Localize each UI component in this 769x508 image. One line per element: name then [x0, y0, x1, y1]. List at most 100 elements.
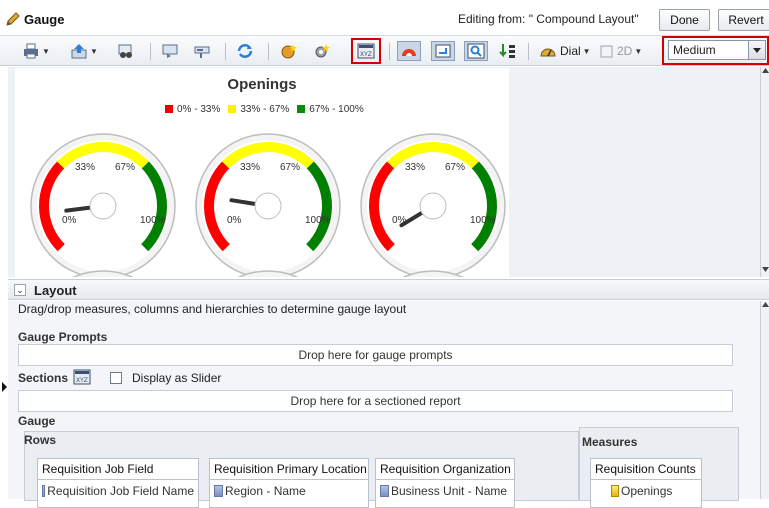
chart-panel: Openings 0% - 33% 33% - 67% 67% - 100% 0… [15, 68, 509, 277]
layout-section-title: Layout [34, 283, 77, 298]
format-button[interactable] [193, 41, 211, 61]
gauge-tick-label-100: 100% [470, 215, 496, 226]
revert-button[interactable]: Revert [718, 9, 769, 31]
measure-icon [611, 485, 619, 497]
gauge-tick-label-33: 33% [75, 162, 95, 173]
layout-section-header[interactable]: ⌄ Layout [8, 279, 769, 300]
properties-icon [162, 44, 178, 58]
dial-dropdown[interactable]: Dial ▼ [539, 41, 591, 61]
refresh-icon [237, 44, 253, 58]
measure-card[interactable]: Requisition Counts Openings [590, 458, 702, 508]
editing-from-text: Editing from: " Compound Layout" [458, 12, 639, 26]
gauge-tick-label-0: 0% [62, 215, 77, 226]
layout-scrollbar[interactable] [760, 301, 769, 499]
pencil-icon [6, 12, 20, 26]
dimension-label: 2D [617, 44, 633, 58]
column-header[interactable]: Requisition Primary Location [210, 459, 368, 480]
gauge-tick-label-67: 67% [280, 162, 300, 173]
measure-item-label: Openings [621, 484, 673, 498]
row-column-card[interactable]: Requisition Organization Business Unit -… [375, 458, 515, 508]
column-icon [380, 485, 389, 497]
gauge-label: Gauge [18, 414, 56, 428]
gauge-bezel [72, 270, 134, 277]
preview-scrollbar[interactable] [760, 67, 769, 277]
toolbar-separator [389, 43, 390, 60]
svg-text:XYZ: XYZ [360, 51, 372, 58]
column-item-label: Business Unit - Name [391, 484, 508, 498]
sections-label: Sections [18, 371, 69, 385]
sections-dropzone[interactable]: Drop here for a sectioned report [18, 390, 733, 412]
svg-text:XYZ: XYZ [76, 377, 88, 384]
gauge-type-icon [402, 49, 416, 56]
toolbar-separator [225, 43, 226, 60]
toolbar-separator [150, 43, 151, 60]
gauge-hub [89, 192, 117, 220]
refresh-button[interactable] [236, 41, 254, 61]
column-header[interactable]: Requisition Organization [376, 459, 514, 480]
dial-label: Dial [560, 44, 581, 58]
splitter-handle-icon[interactable] [0, 380, 8, 394]
dimension-dropdown[interactable]: 2D ▼ [600, 41, 642, 61]
format-icon [194, 46, 210, 58]
sort-icon [499, 44, 515, 58]
measures-dropzone[interactable]: Measures Requisition Counts Openings [579, 427, 739, 508]
gauge-tick-label-33: 33% [405, 162, 425, 173]
new-icon [281, 44, 297, 59]
gauge-tick-label-100: 100% [305, 215, 331, 226]
gauge-chart: 0%33% 67%100% 0%33% 67%100% 0%33% 67%100% [30, 133, 506, 277]
gauge-tick-label-0: 0% [227, 215, 242, 226]
column-header[interactable]: Requisition Job Field [38, 459, 198, 480]
row-column-card[interactable]: Requisition Job Field Requisition Job Fi… [37, 458, 199, 508]
export-button[interactable]: ▼ [70, 41, 98, 61]
size-select[interactable]: Medium [668, 40, 766, 60]
gauge-view-button[interactable] [397, 41, 421, 61]
sections-button[interactable]: XYZ [357, 41, 375, 61]
export-icon [71, 44, 87, 59]
column-icon [214, 485, 223, 497]
column-item-label: Requisition Job Field Name [47, 484, 194, 498]
chevron-down-icon: ▼ [634, 46, 643, 56]
new-item-button[interactable] [280, 41, 298, 61]
settings-icon [315, 44, 330, 58]
layout-hint: Drag/drop measures, columns and hierarch… [18, 302, 407, 316]
zoom-button[interactable] [464, 41, 488, 61]
column-item-label: Region - Name [225, 484, 306, 498]
size-select-value: Medium [673, 43, 716, 57]
toolbar-separator [268, 43, 269, 60]
sort-button[interactable] [499, 41, 517, 61]
edit-layout-button[interactable] [431, 41, 455, 61]
edit-icon [435, 44, 451, 58]
page-title: Gauge [24, 12, 65, 27]
cube-icon [600, 45, 613, 58]
preview-area: Openings 0% - 33% 33% - 67% 67% - 100% 0… [8, 67, 760, 277]
gauge-hub [419, 192, 447, 220]
row-column-card[interactable]: Requisition Primary Location Region - Na… [209, 458, 369, 508]
done-button[interactable]: Done [659, 9, 710, 31]
chevron-down-icon: ▼ [42, 46, 50, 56]
layout-body: Drag/drop measures, columns and hierarch… [8, 301, 769, 508]
gauge-prompts-label: Gauge Prompts [18, 330, 108, 344]
print-button[interactable]: ▼ [22, 41, 50, 61]
dial-icon [540, 48, 556, 57]
gauge-bezel [402, 270, 464, 277]
column-icon [42, 485, 46, 497]
properties-button[interactable] [161, 41, 179, 61]
gauge-tick-label-67: 67% [445, 162, 465, 173]
collapse-icon[interactable]: ⌄ [14, 284, 26, 296]
toolbar-separator [528, 43, 529, 60]
gauge-bezel [237, 270, 299, 277]
display-as-slider-checkbox[interactable] [110, 372, 122, 384]
gauge-tick-label-67: 67% [115, 162, 135, 173]
gauge-hub [254, 192, 282, 220]
preview-icon [118, 44, 132, 58]
measure-header[interactable]: Requisition Counts [591, 459, 701, 480]
settings-button[interactable] [313, 41, 331, 61]
sections-icon[interactable]: XYZ [73, 369, 91, 385]
gauge-prompts-dropzone[interactable]: Drop here for gauge prompts [18, 344, 733, 366]
rows-label: Rows [24, 433, 57, 447]
rows-dropzone[interactable]: Rows Requisition Job Field Requisition J… [24, 431, 579, 508]
title-bar: Gauge Editing from: " Compound Layout" D… [0, 0, 769, 36]
chevron-down-icon[interactable] [748, 41, 765, 59]
gauge-tick-label-33: 33% [240, 162, 260, 173]
preview-button[interactable] [117, 41, 135, 61]
